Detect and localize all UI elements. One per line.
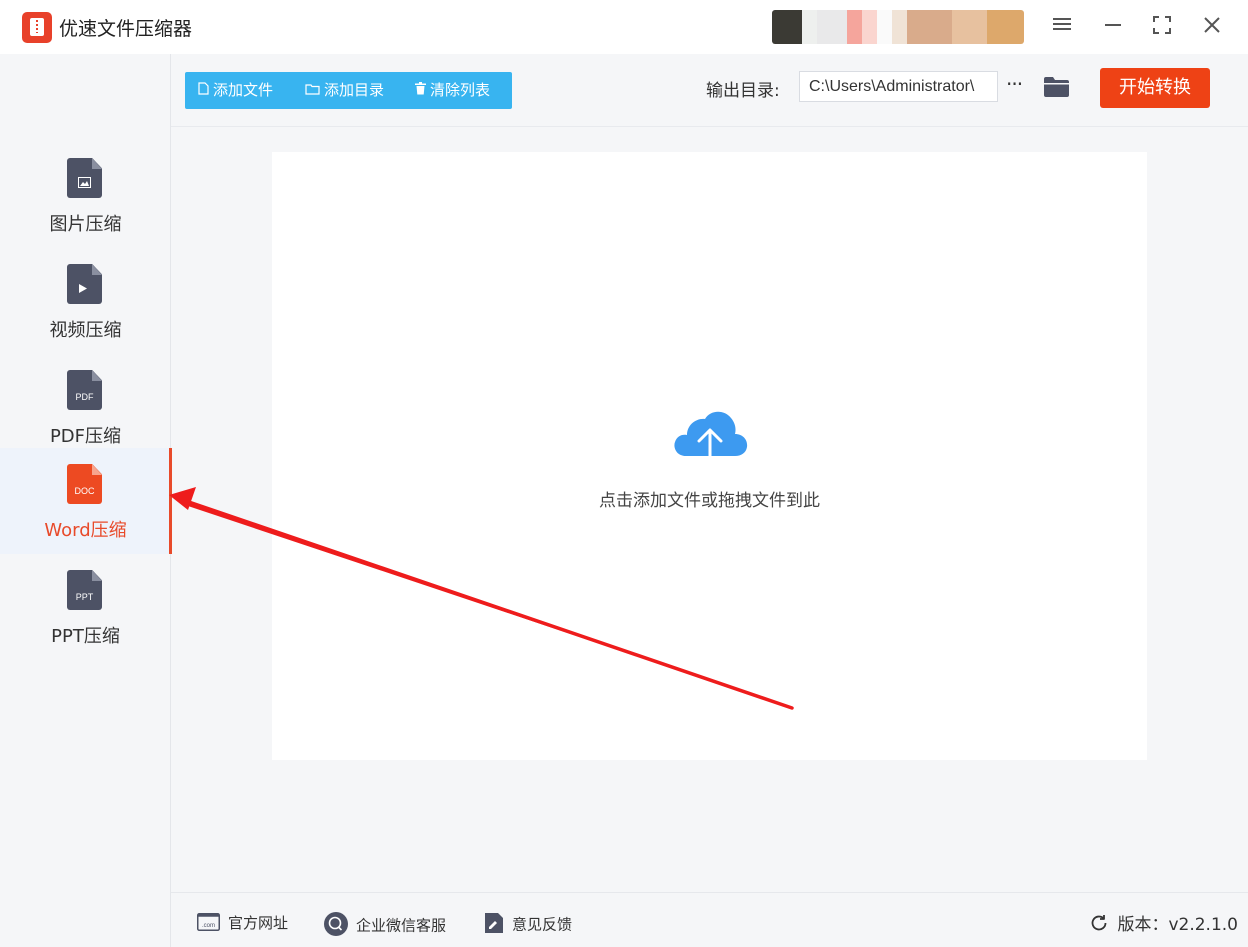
app-logo xyxy=(22,12,52,43)
svg-text:.com: .com xyxy=(202,923,215,929)
title-bar: 优速文件压缩器 xyxy=(0,0,1248,54)
feedback-link[interactable]: 意见反馈 xyxy=(484,912,572,938)
version-info[interactable]: 版本：v2.2.1.0 xyxy=(1089,910,1238,938)
sidebar-item-label: PDF压缩 xyxy=(49,426,122,447)
menu-icon[interactable] xyxy=(1050,14,1074,38)
file-drop-zone[interactable]: 点击添加文件或拖拽文件到此 xyxy=(272,152,1147,760)
maximize-icon[interactable] xyxy=(1150,14,1174,38)
website-icon: .com xyxy=(197,912,220,935)
sidebar-item-video-compress[interactable]: 视频压缩 xyxy=(0,248,171,354)
toolbar: 添加文件 添加目录 清除列表 输出目录: C:\Users\Administra… xyxy=(171,54,1248,127)
trash-icon xyxy=(415,73,426,110)
wechat-support-link[interactable]: 企业微信客服 xyxy=(324,912,446,940)
user-avatar-blurred[interactable] xyxy=(772,10,1024,44)
wechat-icon xyxy=(324,912,348,940)
sidebar-item-ppt-compress[interactable]: PPT PPT压缩 xyxy=(0,554,171,660)
image-file-icon xyxy=(67,158,102,198)
output-dir-label: 输出目录: xyxy=(706,81,780,101)
add-folder-button[interactable]: 添加目录 xyxy=(305,72,384,109)
app-title: 优速文件压缩器 xyxy=(59,18,193,40)
ppt-file-icon: PPT xyxy=(67,570,102,610)
sidebar-item-word-compress[interactable]: DOC Word压缩 xyxy=(0,448,172,554)
cloud-upload-icon xyxy=(674,411,748,474)
add-file-button[interactable]: 添加文件 xyxy=(198,72,273,109)
file-button-group: 添加文件 添加目录 清除列表 xyxy=(185,72,512,109)
start-convert-button[interactable]: 开始转换 xyxy=(1100,68,1210,108)
sidebar-item-image-compress[interactable]: 图片压缩 xyxy=(0,142,171,248)
output-dir-field[interactable]: C:\Users\Administrator\ xyxy=(799,71,998,102)
sidebar-item-pdf-compress[interactable]: PDF PDF压缩 xyxy=(0,354,171,460)
folder-icon xyxy=(305,73,320,110)
doc-file-icon: DOC xyxy=(67,464,102,504)
sidebar-item-label: Word压缩 xyxy=(44,520,127,541)
drop-zone-hint: 点击添加文件或拖拽文件到此 xyxy=(599,491,820,511)
browse-more-button[interactable]: ··· xyxy=(1006,72,1023,96)
file-icon xyxy=(198,73,209,110)
feedback-icon xyxy=(484,912,504,938)
footer: .com 官方网址 企业微信客服 意见反馈 版本：v2.2.1.0 xyxy=(171,892,1248,947)
official-website-link[interactable]: .com 官方网址 xyxy=(197,912,288,935)
minimize-icon[interactable] xyxy=(1101,14,1125,38)
clear-list-button[interactable]: 清除列表 xyxy=(415,72,490,109)
sidebar: 图片压缩 视频压缩 PDF PDF压缩 DOC Word压缩 PPT PPT压缩 xyxy=(0,54,172,947)
refresh-icon xyxy=(1089,913,1109,938)
video-file-icon xyxy=(67,264,102,304)
sidebar-item-label: 图片压缩 xyxy=(49,214,122,235)
open-folder-icon[interactable] xyxy=(1044,77,1069,97)
sidebar-item-label: 视频压缩 xyxy=(49,320,122,341)
sidebar-item-label: PPT压缩 xyxy=(51,626,120,647)
pdf-file-icon: PDF xyxy=(67,370,102,410)
close-icon[interactable] xyxy=(1200,14,1224,38)
